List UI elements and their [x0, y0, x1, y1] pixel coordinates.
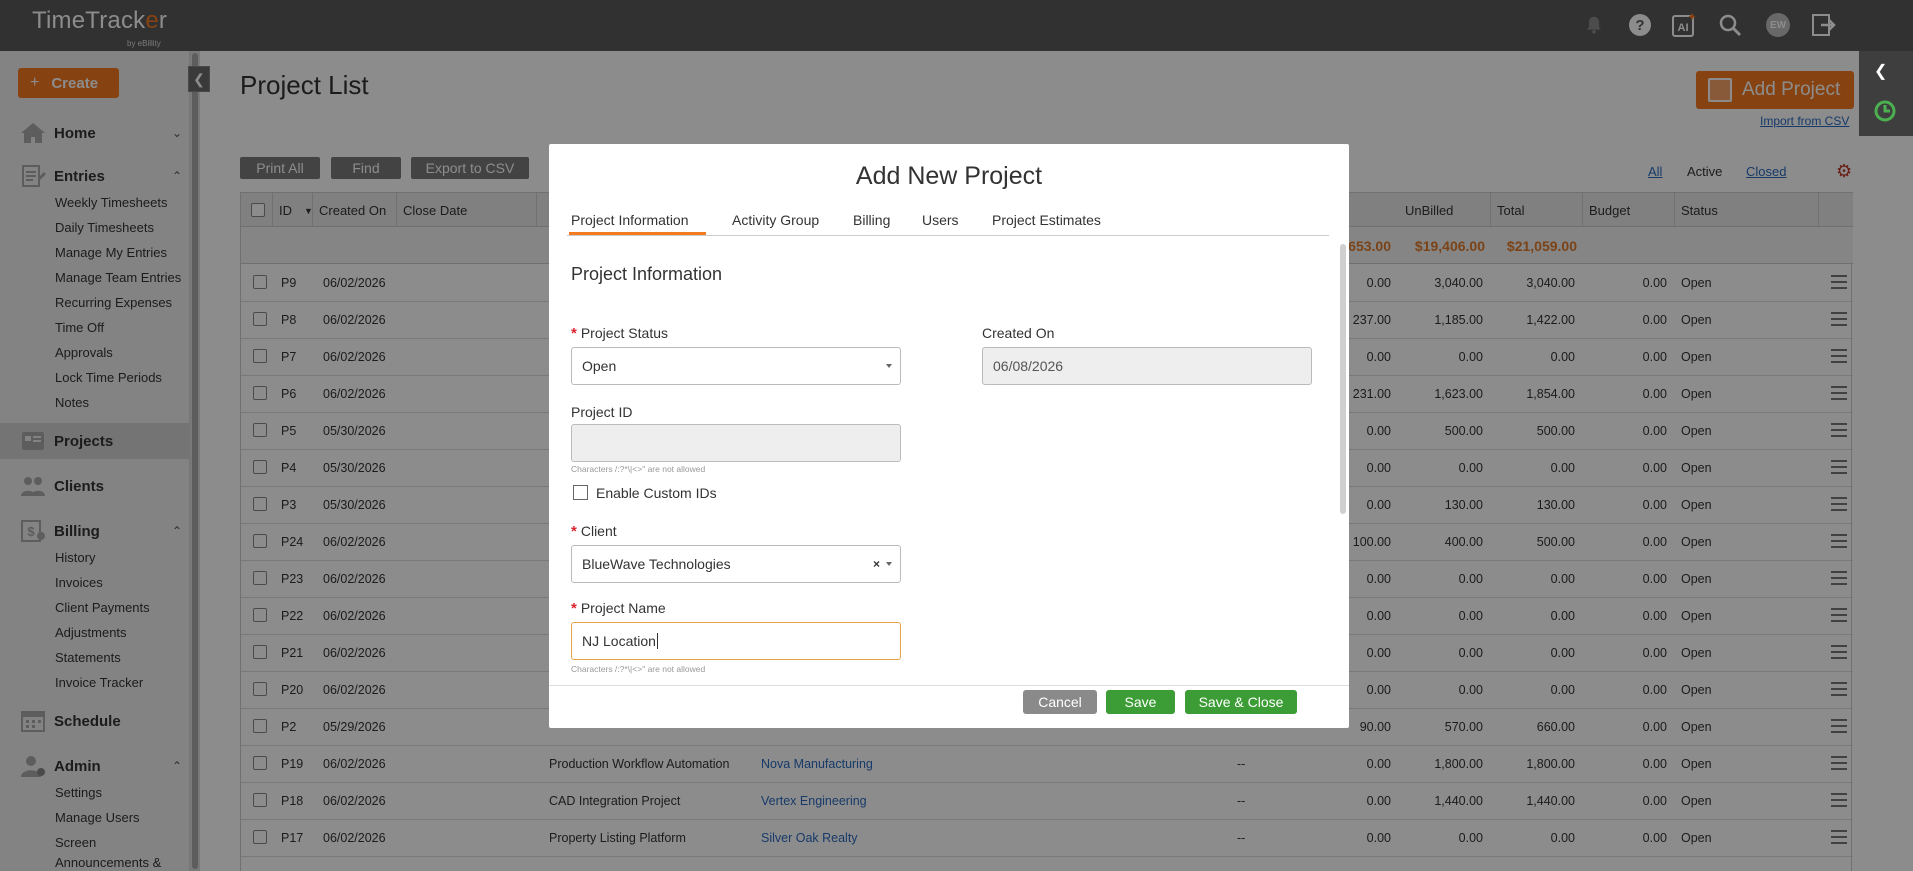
scrollbar-thumb[interactable] [1340, 244, 1346, 514]
project-name-input[interactable]: NJ Location [571, 622, 901, 660]
tab-users[interactable]: Users [922, 212, 959, 228]
project-name-value: NJ Location [582, 633, 656, 649]
tab-project-estimates[interactable]: Project Estimates [992, 212, 1101, 228]
created-on-field[interactable]: 06/08/2026 [982, 347, 1312, 385]
project-id-label: Project ID [571, 404, 633, 420]
client-label: * Client [571, 523, 617, 540]
required-marker: * [571, 600, 577, 617]
modal-scrollbar[interactable] [1339, 244, 1347, 684]
modal-body [549, 239, 1349, 686]
project-status-label-text: Project Status [580, 325, 668, 341]
add-project-modal: Add New Project Project Information Acti… [549, 144, 1349, 728]
project-id-input[interactable] [571, 424, 901, 462]
required-marker: * [571, 523, 577, 540]
text-cursor [656, 633, 658, 649]
client-value: BlueWave Technologies [582, 556, 731, 572]
tab-project-information[interactable]: Project Information [571, 212, 689, 228]
modal-title: Add New Project [855, 162, 1043, 190]
tab-activity-group[interactable]: Activity Group [732, 212, 819, 228]
save-button[interactable]: Save [1106, 690, 1175, 714]
section-title: Project Information [571, 264, 723, 284]
dropdown-arrow-icon [886, 364, 892, 368]
project-id-hint: Characters /:?*\|<>" are not allowed [571, 464, 706, 474]
project-name-hint: Characters /:?*\|<>" are not allowed [571, 664, 706, 674]
client-select[interactable]: BlueWave Technologies × [571, 545, 901, 583]
enable-custom-ids-label[interactable]: Enable Custom IDs [596, 485, 717, 501]
project-status-label: * Project Status [571, 325, 668, 342]
chevron-left-icon[interactable]: ❮ [1874, 61, 1887, 81]
created-on-value: 06/08/2026 [993, 358, 1064, 374]
right-panel: ❮ [1859, 51, 1913, 136]
clear-icon[interactable]: × [873, 557, 880, 571]
dropdown-arrow-icon [886, 562, 892, 566]
tab-billing[interactable]: Billing [853, 212, 890, 228]
required-marker: * [571, 325, 577, 342]
client-label-text: Client [580, 523, 617, 539]
project-status-select[interactable]: Open [571, 347, 901, 385]
project-status-value: Open [582, 358, 617, 374]
enable-custom-ids-checkbox[interactable] [573, 485, 588, 500]
cancel-button[interactable]: Cancel [1023, 690, 1097, 714]
created-on-label: Created On [982, 325, 1055, 341]
timer-icon[interactable] [1873, 99, 1897, 128]
save-and-close-button[interactable]: Save & Close [1185, 690, 1297, 714]
project-name-label-text: Project Name [580, 600, 666, 616]
project-name-label: * Project Name [571, 600, 666, 617]
active-tab-indicator [569, 232, 706, 235]
